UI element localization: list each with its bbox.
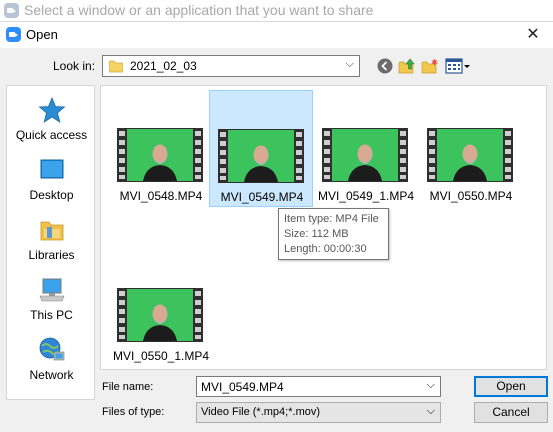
place-label: Libraries	[28, 248, 75, 262]
dialog-titlebar: Open ✕	[0, 22, 553, 48]
chevron-down-icon[interactable]: ⌵	[427, 379, 435, 392]
network-icon	[39, 337, 65, 361]
files-of-type-label: Files of type:	[102, 406, 165, 418]
share-prompt: Select a window or an application that y…	[24, 2, 374, 18]
chevron-down-icon: ⌵	[345, 58, 354, 70]
tooltip-size: Size: 112 MB	[284, 228, 349, 240]
chevron-down-icon: ⌵	[426, 405, 435, 417]
file-name: MVI_0550_1.MP4	[112, 349, 210, 363]
file-name: MVI_0549_1.MP4	[317, 189, 415, 203]
libraries-icon	[40, 221, 64, 241]
place-libraries[interactable]: Libraries	[7, 210, 96, 270]
video-thumbnail-icon	[117, 288, 203, 342]
file-item[interactable]: MVI_0549_1.MP4	[314, 90, 418, 207]
cancel-button[interactable]: Cancel	[474, 402, 548, 423]
file-name: MVI_0548.MP4	[119, 189, 203, 203]
file-name-label: File name:	[102, 381, 154, 393]
places-bar: Quick access Desktop Libraries This PC N…	[6, 85, 95, 400]
place-network[interactable]: Network	[7, 330, 96, 390]
file-name: MVI_0549.MP4	[220, 190, 304, 204]
up-folder-icon[interactable]	[398, 57, 416, 75]
file-info-tooltip: Item type: MP4 File Size: 112 MB Length:…	[278, 208, 389, 260]
look-in-dropdown[interactable]: 2021_02_03 ⌵	[102, 55, 360, 77]
tooltip-length: Length: 00:00:30	[284, 243, 367, 255]
file-item[interactable]: MVI_0550_1.MP4	[109, 250, 213, 367]
view-menu-icon[interactable]	[445, 57, 471, 75]
place-desktop[interactable]: Desktop	[7, 150, 96, 210]
place-label: Quick access	[15, 128, 88, 142]
video-thumbnail-icon	[427, 128, 513, 182]
zoom-icon	[4, 3, 19, 18]
files-of-type-dropdown[interactable]: Video File (*.mp4;*.mov) ⌵	[196, 402, 441, 423]
desktop-icon	[40, 159, 64, 179]
look-in-label: Look in:	[53, 59, 96, 73]
place-quick-access[interactable]: Quick access	[7, 90, 96, 150]
place-this-pc[interactable]: This PC	[7, 270, 96, 330]
file-name-field[interactable]: MVI_0549.MP4 ⌵	[196, 376, 441, 397]
files-of-type-value: Video File (*.mp4;*.mov)	[201, 406, 321, 418]
open-button[interactable]: Open	[474, 376, 548, 397]
zoom-app-icon	[6, 27, 21, 42]
place-label: Network	[29, 368, 74, 382]
place-label: Desktop	[29, 188, 74, 202]
share-picker-header: Select a window or an application that y…	[0, 0, 553, 22]
dialog-title: Open	[26, 27, 58, 42]
file-name: MVI_0550.MP4	[429, 189, 513, 203]
back-icon[interactable]	[376, 57, 394, 75]
file-item-selected[interactable]: MVI_0549.MP4	[209, 90, 313, 207]
video-thumbnail-icon	[117, 128, 203, 182]
file-name-value: MVI_0549.MP4	[201, 380, 284, 394]
file-item[interactable]: MVI_0548.MP4	[109, 90, 213, 207]
new-folder-icon[interactable]	[421, 57, 439, 75]
file-item[interactable]: MVI_0550.MP4	[419, 90, 523, 207]
look-in-value: 2021_02_03	[130, 59, 197, 73]
close-icon[interactable]: ✕	[513, 22, 553, 48]
folder-icon	[109, 60, 123, 73]
this-pc-icon	[39, 278, 65, 302]
star-icon	[38, 96, 66, 123]
place-label: This PC	[30, 308, 73, 322]
video-thumbnail-icon	[322, 128, 408, 182]
tooltip-item-type: Item type: MP4 File	[284, 213, 379, 225]
video-thumbnail-icon	[218, 129, 304, 183]
